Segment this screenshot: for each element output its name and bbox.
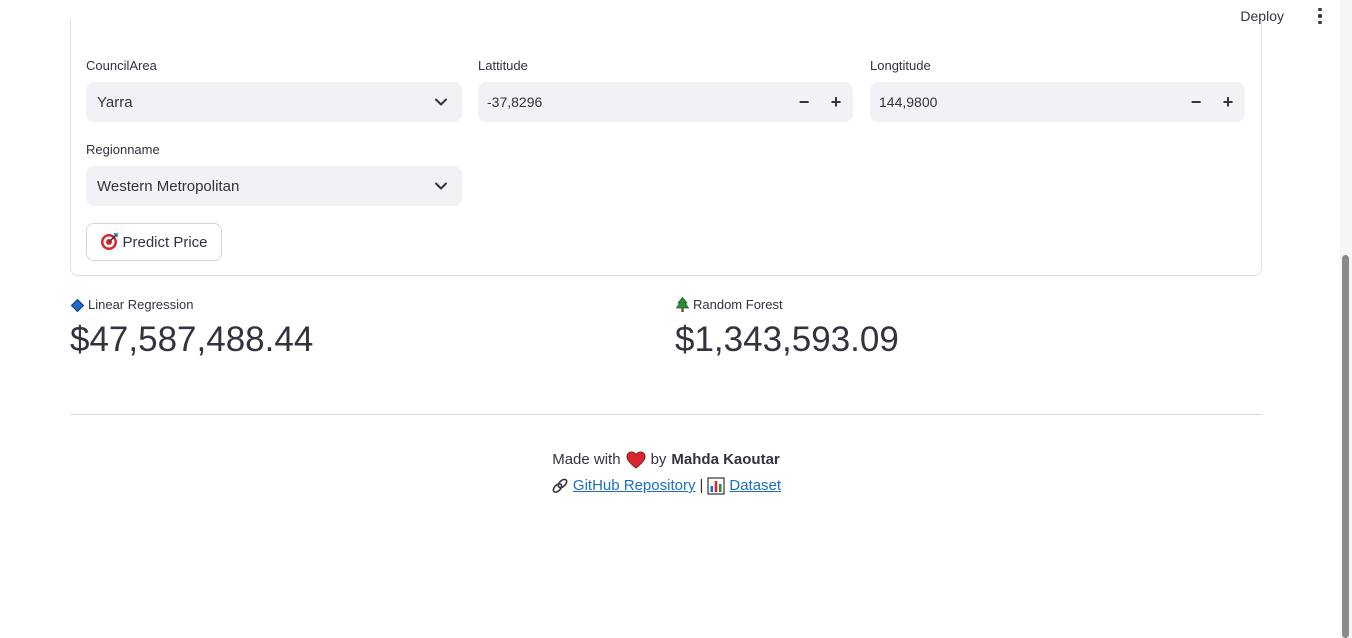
tree-icon [676, 297, 689, 312]
diamond-icon [71, 298, 84, 312]
random-forest-label-text: Random Forest [693, 297, 783, 312]
region-select[interactable]: Western Metropolitan [86, 166, 462, 206]
heart-icon [626, 451, 646, 469]
council-area-select[interactable]: Yarra [86, 82, 462, 122]
page-scrollbar-thumb[interactable] [1342, 255, 1349, 638]
region-value: Western Metropolitan [97, 177, 240, 195]
chevron-down-icon [435, 98, 447, 106]
divider [70, 414, 1262, 415]
made-with-text: Made with [552, 451, 621, 468]
linear-regression-value: $47,587,488.44 [70, 320, 314, 359]
prediction-form [70, 20, 1262, 276]
latitude-input[interactable]: -37,8296 − + [478, 82, 853, 122]
longitude-value: 144,9800 [879, 94, 938, 110]
longitude-label: Longtitude [870, 58, 931, 73]
latitude-increment-button[interactable]: + [821, 86, 851, 118]
predict-price-button[interactable]: Predict Price [86, 223, 222, 261]
random-forest-value: $1,343,593.09 [675, 320, 899, 359]
linear-regression-label-text: Linear Regression [88, 297, 194, 312]
predict-price-label: Predict Price [122, 233, 208, 251]
longitude-decrement-button[interactable]: − [1181, 86, 1211, 118]
longitude-input[interactable]: 144,9800 − + [870, 82, 1245, 122]
latitude-label: Lattitude [478, 58, 528, 73]
council-area-value: Yarra [97, 93, 133, 111]
chevron-down-icon [435, 182, 447, 190]
footer-credit: Made with by Mahda Kaoutar [0, 449, 1332, 471]
target-icon [101, 233, 119, 250]
link-icon [552, 478, 568, 493]
footer-links: GitHub Repository | Dataset [0, 475, 1332, 497]
latitude-value: -37,8296 [487, 94, 543, 110]
council-area-label: CouncilArea [86, 58, 157, 73]
link-separator: | [699, 477, 704, 494]
kebab-menu-icon[interactable] [1314, 6, 1326, 26]
author-name: Mahda Kaoutar [671, 451, 780, 468]
random-forest-label: Random Forest [676, 297, 783, 313]
by-text: by [650, 451, 667, 468]
region-label: Regionname [86, 142, 160, 157]
latitude-decrement-button[interactable]: − [789, 86, 819, 118]
longitude-increment-button[interactable]: + [1213, 86, 1243, 118]
dataset-link[interactable]: Dataset [729, 475, 781, 497]
bar-chart-icon [707, 477, 725, 495]
github-repository-link[interactable]: GitHub Repository [573, 475, 696, 497]
linear-regression-label: Linear Regression [71, 297, 194, 313]
